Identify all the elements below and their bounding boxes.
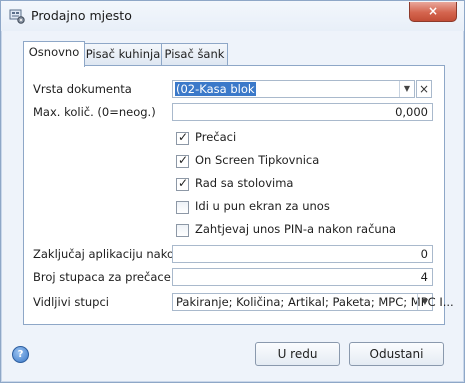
max-kolicina-input[interactable]: 0,000: [172, 103, 433, 121]
checkbox-pin-nakon-racuna-label: Zahtjevaj unos PIN-a nakon računa: [195, 222, 397, 236]
cancel-button[interactable]: Odustani: [349, 342, 444, 366]
ok-button[interactable]: U redu: [255, 342, 340, 366]
check-icon: ✓: [178, 130, 189, 144]
vidljivi-stupci-combo[interactable]: Pakiranje; Količina; Artikal; Paketa; MP…: [172, 293, 454, 311]
vrsta-dokumenta-combo[interactable]: (02-Kasa blok ▼: [172, 80, 415, 98]
title-bar: Prodajno mjesto ×: [1, 1, 464, 31]
broj-stupaca-input[interactable]: 4: [172, 268, 433, 286]
max-kolicina-value: 0,000: [395, 105, 428, 119]
checkbox-pun-ekran-label: Idi u pun ekran za unos: [195, 199, 330, 213]
checkbox-rad-sa-stolovima[interactable]: ✓: [176, 176, 189, 191]
tab-osnovno[interactable]: Osnovno: [23, 41, 85, 67]
broj-stupaca-label: Broj stupaca za prečace: [33, 270, 171, 284]
broj-stupaca-value: 4: [420, 270, 428, 284]
zakljucaj-value: 0: [420, 247, 428, 261]
chevron-down-icon[interactable]: ▼: [417, 294, 432, 310]
vidljivi-stupci-label: Vidljivi stupci: [33, 295, 109, 309]
checkbox-on-screen-tipkovnica-label: On Screen Tipkovnica: [195, 153, 320, 167]
clear-icon[interactable]: ×: [416, 80, 432, 98]
tab-pisac-kuhinja[interactable]: Pisač kuhinja: [83, 43, 163, 66]
check-icon: ✓: [178, 176, 189, 190]
help-icon[interactable]: ?: [12, 346, 29, 363]
tab-panel-osnovno: Vrsta dokumenta (02-Kasa blok ▼ × Max. k…: [23, 65, 454, 325]
vidljivi-stupci-value: Pakiranje; Količina; Artikal; Paketa; MP…: [176, 295, 454, 309]
app-settings-icon: [9, 9, 25, 24]
check-icon: ✓: [178, 153, 189, 167]
chevron-down-icon[interactable]: ▼: [399, 81, 414, 97]
zakljucaj-input[interactable]: 0: [172, 245, 433, 263]
checkbox-pin-nakon-racuna[interactable]: [176, 224, 189, 237]
max-kolicina-label: Max. količ. (0=neog.): [33, 105, 156, 119]
close-button[interactable]: ×: [409, 2, 457, 22]
checkbox-pun-ekran[interactable]: [176, 201, 189, 214]
dialog-window: Prodajno mjesto × Osnovno Pisač kuhinja …: [0, 0, 465, 383]
vrsta-dokumenta-label: Vrsta dokumenta: [33, 82, 132, 96]
vrsta-dokumenta-value: (02-Kasa blok: [175, 82, 256, 96]
checkbox-rad-sa-stolovima-label: Rad sa stolovima: [195, 176, 294, 190]
checkbox-on-screen-tipkovnica[interactable]: ✓: [176, 153, 189, 168]
tab-pisac-sank[interactable]: Pisač šank: [161, 43, 228, 66]
checkbox-precaci-label: Prečaci: [195, 130, 237, 144]
window-title: Prodajno mjesto: [31, 8, 132, 23]
checkbox-precaci[interactable]: ✓: [176, 130, 189, 145]
